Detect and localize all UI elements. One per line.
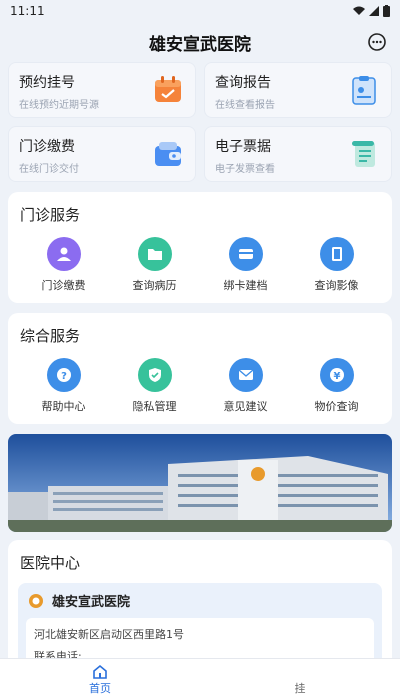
home-icon (93, 664, 107, 679)
quick-card-payment[interactable]: 门诊缴费 在线门诊交付 (8, 126, 196, 182)
hospital-banner[interactable] (8, 434, 392, 532)
service-privacy[interactable]: 隐私管理 (115, 358, 195, 414)
price-icon: ¥ (319, 358, 354, 392)
service-feedback[interactable]: 意见建议 (206, 358, 286, 414)
section-title: 综合服务 (20, 327, 81, 345)
tab-label: 首页 (89, 681, 111, 695)
quick-card-appointment[interactable]: 预约挂号 在线预约近期号源 (8, 62, 196, 118)
shield-icon (137, 358, 172, 392)
tab-home[interactable]: 首页 (0, 659, 200, 700)
section-title: 医院中心 (20, 554, 81, 572)
wallet-icon (155, 142, 181, 166)
service-bind-card[interactable]: 绑卡建档 (206, 237, 286, 293)
wifi-icon (353, 6, 365, 15)
card-icon (228, 237, 263, 271)
report-icon (352, 76, 376, 105)
service-label: 查询影像 (314, 279, 359, 292)
folder-icon (137, 237, 172, 271)
status-icons (353, 5, 390, 17)
quick-card-report[interactable]: 查询报告 在线查看报告 (204, 62, 392, 118)
page-title: 雄安宣武医院 (149, 34, 251, 55)
quick-card-invoice[interactable]: 电子票据 电子发票查看 (204, 126, 392, 182)
help-icon: ? (46, 358, 81, 392)
status-time: 11:11 (10, 4, 45, 18)
service-label: 查询病历 (132, 279, 177, 292)
hospital-address: 河北雄安新区启动区西里路1号 (34, 628, 184, 641)
quick-actions: 预约挂号 在线预约近期号源 查询报告 在线查看报告 门诊缴费 在线门诊交付 电子… (8, 62, 392, 182)
service-label: 隐私管理 (132, 400, 177, 413)
service-outpatient-payment[interactable]: 门诊缴费 (24, 237, 104, 293)
bottom-tab-bar: 首页 挂 (0, 658, 400, 700)
hospital-center: 医院中心 雄安宣武医院 河北雄安新区启动区西里路1号 联系电话: (8, 540, 392, 673)
mail-icon (228, 358, 263, 392)
hospital-building-image (8, 434, 392, 532)
service-label: 意见建议 (223, 400, 268, 413)
svg-text:¥: ¥ (333, 371, 340, 382)
scroll-icon (352, 141, 375, 167)
service-help-center[interactable]: ? 帮助中心 (24, 358, 104, 414)
svg-text:?: ? (61, 371, 67, 382)
tab-label: 挂 (294, 681, 306, 695)
hospital-logo-icon (29, 593, 43, 608)
tab-register[interactable]: 挂 (200, 659, 400, 700)
service-price-query[interactable]: ¥ 物价查询 (297, 358, 377, 414)
outpatient-services: 门诊服务 门诊缴费 查询病历 绑卡建档 查询影像 (8, 192, 392, 303)
battery-icon (383, 5, 390, 17)
signal-icon (369, 6, 379, 16)
service-label: 绑卡建档 (223, 279, 268, 292)
user-pay-icon (46, 237, 81, 271)
service-label: 帮助中心 (41, 400, 86, 413)
film-icon (319, 237, 354, 271)
chat-bubble-icon[interactable] (366, 31, 388, 53)
service-medical-record[interactable]: 查询病历 (115, 237, 195, 293)
service-label: 物价查询 (314, 400, 359, 413)
calendar-icon (155, 76, 181, 102)
hospital-name: 雄安宣武医院 (52, 595, 131, 610)
status-bar: 11:11 (0, 0, 400, 22)
general-services: 综合服务 ? 帮助中心 隐私管理 意见建议 ¥ 物价查询 (8, 313, 392, 424)
top-app-bar: 雄安宣武医院 (0, 22, 400, 62)
service-label: 门诊缴费 (41, 279, 86, 292)
section-title: 门诊服务 (20, 206, 81, 224)
service-imaging[interactable]: 查询影像 (297, 237, 377, 293)
